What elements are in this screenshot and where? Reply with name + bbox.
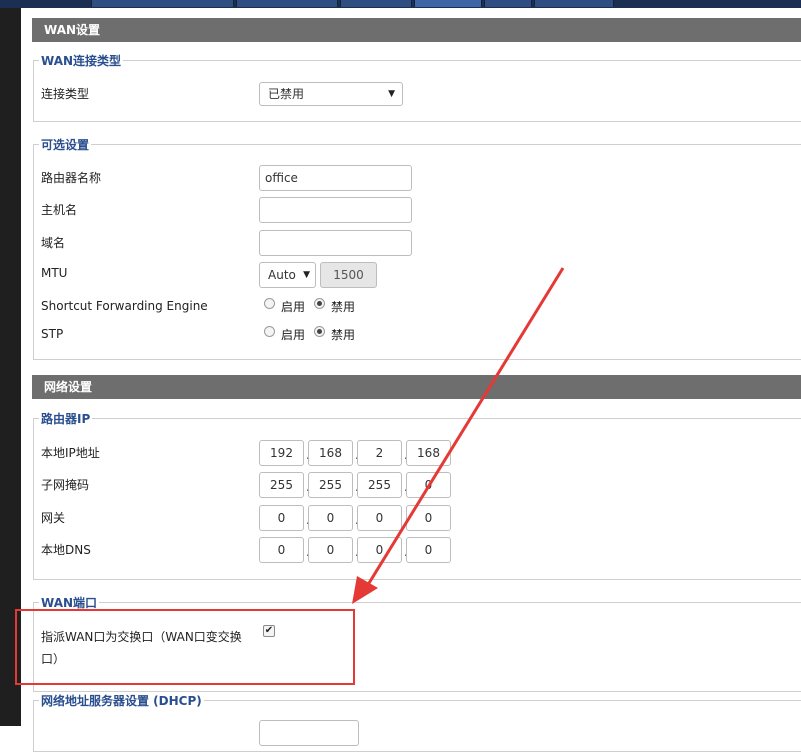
annotation-arrow-head (352, 576, 378, 604)
annotation-arrow (352, 267, 565, 604)
annotation-arrow-line (364, 267, 565, 589)
